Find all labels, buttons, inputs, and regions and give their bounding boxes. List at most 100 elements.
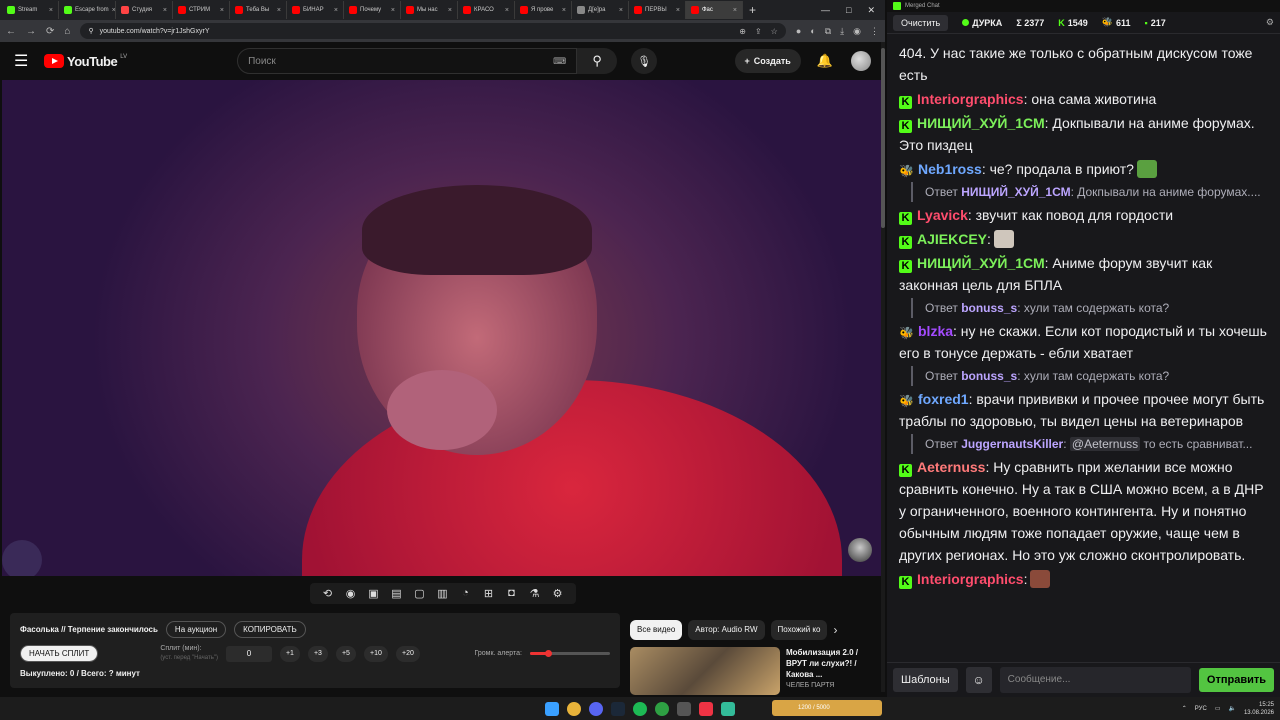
browser-tab[interactable]: БИНАР × (287, 1, 344, 19)
chat-username[interactable]: Neb1ross (918, 161, 982, 177)
browser-tab[interactable]: Stream × (2, 1, 59, 19)
clear-button[interactable]: Очистить (893, 14, 949, 31)
send-button[interactable]: Отправить (1198, 668, 1274, 692)
youtube-logo[interactable]: YouTube LV (44, 54, 127, 69)
chat-username[interactable]: НИЩИЙ_ХУЙ_1СМ (917, 255, 1045, 271)
share-icon[interactable]: ⇪ (755, 27, 762, 36)
reload-icon[interactable]: ⟳ (46, 26, 54, 37)
chat-settings-icon[interactable]: ⚙ (1266, 17, 1274, 28)
camera-icon[interactable]: ◘ (504, 587, 520, 600)
home-icon[interactable]: ⌂ (64, 26, 70, 37)
browser-tab[interactable]: Почему × (344, 1, 401, 19)
video-title[interactable]: Мобилизация 2.0 / ВРУТ ли слухи?! / Како… (786, 647, 876, 680)
browser-tab[interactable]: Мы нас × (401, 1, 458, 19)
tab-close-icon[interactable]: × (277, 7, 281, 14)
channel-watermark[interactable] (848, 538, 872, 562)
browser-tab[interactable]: Теба Вы × (230, 1, 287, 19)
language-indicator[interactable]: РУС (1195, 706, 1207, 712)
tab-close-icon[interactable]: × (391, 7, 395, 14)
frame-icon[interactable]: ▥ (435, 587, 451, 600)
network-icon[interactable]: ▭ (1215, 705, 1221, 712)
chevron-right-icon[interactable]: › (833, 623, 837, 637)
speed-icon[interactable]: ▣ (366, 587, 382, 600)
browser-tab[interactable]: Студия × (116, 1, 173, 19)
tab-close-icon[interactable]: × (733, 7, 737, 14)
chat-username[interactable]: Interiorgraphics (917, 571, 1024, 587)
reply-context[interactable]: Ответ JuggernautsKiller: @Aeternuss то е… (911, 434, 1268, 454)
create-button[interactable]: + Создать (734, 49, 801, 73)
increment-5-button[interactable]: +5 (335, 645, 356, 662)
new-tab-icon[interactable]: + (743, 3, 762, 17)
menu-icon[interactable]: ⋮ (870, 26, 879, 37)
flask-icon[interactable]: ⚗ (527, 587, 543, 600)
chip-similar[interactable]: Похожий ко (770, 620, 828, 640)
avatar[interactable] (851, 51, 871, 71)
notifications-bell-icon[interactable]: 🔔 (817, 53, 833, 69)
increment-3-button[interactable]: +3 (307, 645, 328, 662)
recommended-video[interactable]: Мобилизация 2.0 / ВРУТ ли слухи?! / Како… (630, 647, 880, 695)
settings-gear-icon[interactable]: ⚙ (550, 587, 566, 600)
clock[interactable]: 15:25 13.08.2026 (1244, 701, 1274, 717)
extension-icon-1[interactable]: ● (796, 26, 801, 37)
windows-start-icon[interactable] (545, 701, 559, 716)
keyboard-icon[interactable]: ⌨ (553, 56, 566, 67)
app-icon-3[interactable] (721, 701, 735, 716)
emoji-icon[interactable]: ☺ (965, 667, 992, 693)
puzzle-icon[interactable]: ⧉ (825, 26, 831, 37)
party-widget[interactable]: 1200 / 5000 (772, 700, 882, 716)
spotify-icon[interactable] (633, 701, 647, 716)
reply-context[interactable]: Ответ bonuss_s: хули там содержать кота? (911, 366, 1268, 386)
chat-username[interactable]: НИЩИЙ_ХУЙ_1СМ (917, 115, 1045, 131)
tab-close-icon[interactable]: × (448, 7, 452, 14)
browser-tab[interactable]: Я прове × (515, 1, 572, 19)
tab-close-icon[interactable]: × (505, 7, 509, 14)
slider-knob[interactable] (544, 650, 552, 657)
reply-context[interactable]: Ответ bonuss_s: хули там содержать кота? (911, 298, 1268, 318)
browser-tab[interactable]: Escape from × (59, 1, 116, 19)
close-icon[interactable]: ✕ (867, 5, 875, 16)
chat-username[interactable]: blzka (918, 323, 953, 339)
chat-username[interactable]: foxred1 (918, 391, 969, 407)
tab-close-icon[interactable]: × (49, 7, 53, 14)
steam-icon[interactable] (611, 701, 625, 716)
tab-close-icon[interactable]: × (163, 7, 167, 14)
app-icon-2[interactable] (699, 701, 713, 716)
split-minutes-input[interactable]: 0 (225, 645, 272, 662)
browser-tab[interactable]: СТРИМ × (173, 1, 230, 19)
browser-tab[interactable]: Фас × (686, 1, 743, 19)
chat-username[interactable]: Aeternuss (917, 459, 985, 475)
chat-username[interactable]: AJIEKCEY (917, 231, 987, 247)
message-input[interactable]: Сообщение... (999, 667, 1191, 693)
mention[interactable]: @Aeternuss (1069, 437, 1141, 451)
extension-icon-2[interactable]: ◐ (810, 26, 815, 37)
page-scrollbar[interactable] (881, 42, 885, 692)
alert-volume-slider[interactable] (530, 650, 610, 657)
forward-icon[interactable]: → (26, 26, 36, 37)
browser-tab[interactable]: Д[е]ра × (572, 1, 629, 19)
search-input[interactable]: Поиск ⌨ (237, 48, 578, 74)
start-split-button[interactable]: НАЧАТЬ СПЛИТ (20, 645, 99, 662)
tab-close-icon[interactable]: × (676, 7, 680, 14)
tab-close-icon[interactable]: × (562, 7, 566, 14)
voice-search-button[interactable]: 🎙 (631, 48, 658, 74)
templates-button[interactable]: Шаблоны (893, 668, 958, 692)
browser-tab[interactable]: КРАСО × (458, 1, 515, 19)
chip-author[interactable]: Автор: Audio RW (688, 620, 765, 640)
chip-all-videos[interactable]: Все видео (630, 620, 683, 640)
increment-10-button[interactable]: +10 (363, 645, 388, 662)
chat-username[interactable]: Lyavick (917, 207, 968, 223)
reply-context[interactable]: Ответ НИЩИЙ_ХУЙ_1СМ: Докпывали на аниме … (911, 182, 1268, 202)
volume-icon[interactable]: 🔈 (1228, 705, 1235, 712)
tab-close-icon[interactable]: × (220, 7, 224, 14)
zoom-icon[interactable]: ⊕ (739, 27, 746, 36)
gauge-icon[interactable]: ◔ (458, 587, 474, 600)
profile-icon[interactable]: ◉ (853, 26, 861, 37)
increment-1-button[interactable]: +1 (279, 645, 300, 662)
minimize-icon[interactable]: — (821, 5, 830, 16)
maximize-icon[interactable]: □ (846, 5, 851, 16)
site-info-icon[interactable]: ⚲ (88, 27, 93, 35)
audio-wave-icon[interactable]: ◉ (343, 587, 359, 600)
bookmark-star-icon[interactable]: ☆ (771, 27, 778, 36)
download-icon[interactable]: ⤓ (840, 26, 844, 37)
browser-tab[interactable]: ПЕРВЫ × (629, 1, 686, 19)
